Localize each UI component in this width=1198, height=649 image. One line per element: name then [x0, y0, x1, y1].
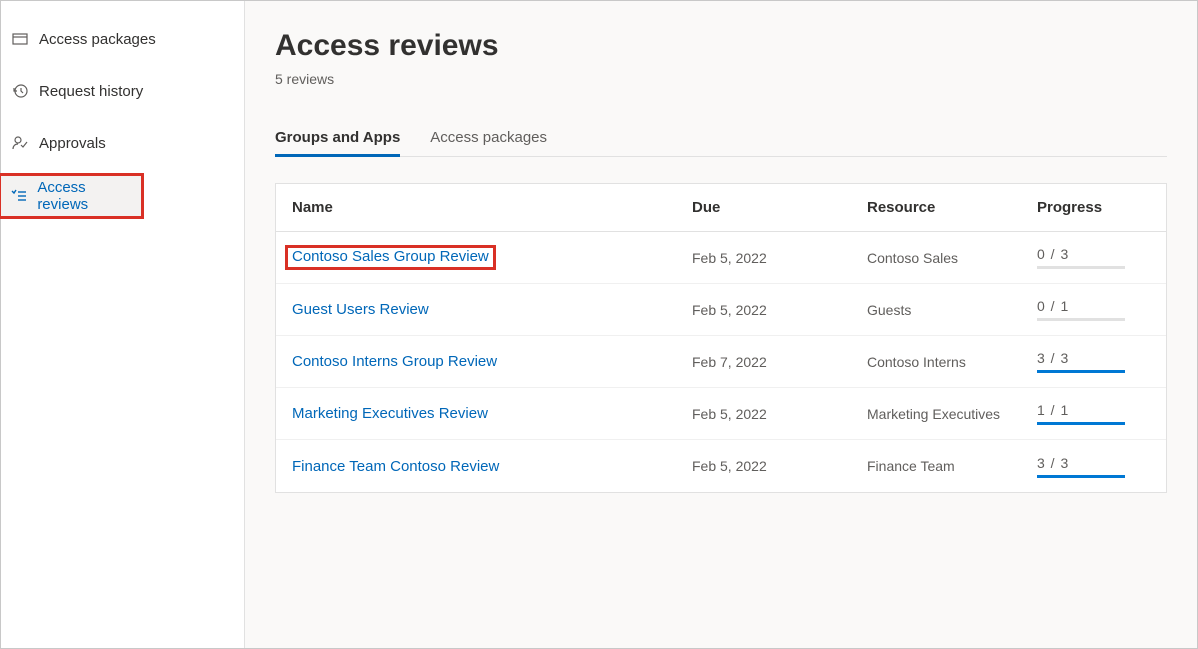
cell-progress: 3 / 3 — [1037, 455, 1187, 478]
cell-resource: Contoso Sales — [867, 250, 1037, 266]
table-row: Contoso Interns Group Review Feb 7, 2022C… — [276, 336, 1166, 388]
review-link[interactable]: Contoso Interns Group Review — [292, 353, 497, 370]
sidebar-item-label: Request history — [39, 83, 143, 100]
table-row: Finance Team Contoso Review Feb 5, 2022Fi… — [276, 440, 1166, 492]
reviews-table: Name Due Resource Progress Contoso Sales… — [275, 183, 1167, 493]
progress-text: 0 / 3 — [1037, 246, 1187, 262]
main-content: Access reviews 5 reviews Groups and Apps… — [245, 1, 1197, 648]
checklist-icon — [11, 187, 27, 205]
page-title: Access reviews — [275, 29, 1167, 63]
col-resource: Resource — [867, 199, 1037, 216]
cell-resource: Contoso Interns — [867, 354, 1037, 370]
cell-name: Marketing Executives Review — [292, 405, 692, 422]
table-row: Guest Users ReviewFeb 5, 2022Guests0 / 1 — [276, 284, 1166, 336]
package-icon — [11, 30, 29, 48]
tabs: Groups and Apps Access packages — [275, 129, 1167, 157]
progress-bar — [1037, 370, 1125, 373]
progress-text: 3 / 3 — [1037, 350, 1187, 366]
cell-due: Feb 5, 2022 — [692, 406, 867, 422]
sidebar: Access packages Request history Approval… — [1, 1, 245, 648]
cell-progress: 3 / 3 — [1037, 350, 1187, 373]
sidebar-item-label: Access packages — [39, 31, 156, 48]
sidebar-item-access-reviews[interactable]: Access reviews — [1, 176, 141, 216]
progress-text: 0 / 1 — [1037, 298, 1187, 314]
sidebar-item-label: Approvals — [39, 135, 106, 152]
cell-progress: 0 / 3 — [1037, 246, 1187, 269]
sidebar-item-request-history[interactable]: Request history — [1, 71, 244, 111]
tab-access-packages[interactable]: Access packages — [430, 129, 547, 156]
highlight-access-reviews: Access reviews — [0, 173, 144, 219]
progress-fill — [1037, 370, 1125, 373]
history-icon — [11, 82, 29, 100]
review-count: 5 reviews — [275, 71, 1167, 87]
sidebar-item-label: Access reviews — [37, 179, 131, 213]
cell-due: Feb 7, 2022 — [692, 354, 867, 370]
sidebar-item-approvals[interactable]: Approvals — [1, 123, 244, 163]
table-header: Name Due Resource Progress — [276, 184, 1166, 232]
review-link[interactable]: Finance Team Contoso Review — [292, 458, 499, 475]
cell-name: Finance Team Contoso Review — [292, 458, 692, 475]
cell-due: Feb 5, 2022 — [692, 302, 867, 318]
cell-progress: 1 / 1 — [1037, 402, 1187, 425]
cell-due: Feb 5, 2022 — [692, 458, 867, 474]
cell-resource: Guests — [867, 302, 1037, 318]
approvals-icon — [11, 134, 29, 152]
table-row: Marketing Executives Review Feb 5, 2022Ma… — [276, 388, 1166, 440]
cell-progress: 0 / 1 — [1037, 298, 1187, 321]
review-link[interactable]: Marketing Executives Review — [292, 405, 488, 422]
cell-name: Contoso Sales Group Review — [292, 245, 692, 270]
table-row: Contoso Sales Group Review Feb 5, 2022Con… — [276, 232, 1166, 284]
cell-due: Feb 5, 2022 — [692, 250, 867, 266]
progress-text: 1 / 1 — [1037, 402, 1187, 418]
cell-name: Contoso Interns Group Review — [292, 353, 692, 370]
progress-bar — [1037, 318, 1125, 321]
progress-text: 3 / 3 — [1037, 455, 1187, 471]
highlight-review-link: Contoso Sales Group Review — [285, 245, 496, 270]
review-link[interactable]: Guest Users Review — [292, 301, 429, 318]
progress-fill — [1037, 422, 1125, 425]
cell-resource: Finance Team — [867, 458, 1037, 474]
cell-name: Guest Users Review — [292, 301, 692, 318]
sidebar-item-access-packages[interactable]: Access packages — [1, 19, 244, 59]
progress-bar — [1037, 266, 1125, 269]
progress-bar — [1037, 422, 1125, 425]
cell-resource: Marketing Executives — [867, 406, 1037, 422]
progress-bar — [1037, 475, 1125, 478]
col-due: Due — [692, 199, 867, 216]
review-link[interactable]: Contoso Sales Group Review — [292, 248, 489, 265]
progress-fill — [1037, 475, 1125, 478]
col-name: Name — [292, 199, 692, 216]
col-progress: Progress — [1037, 199, 1187, 216]
tab-groups-and-apps[interactable]: Groups and Apps — [275, 129, 400, 156]
